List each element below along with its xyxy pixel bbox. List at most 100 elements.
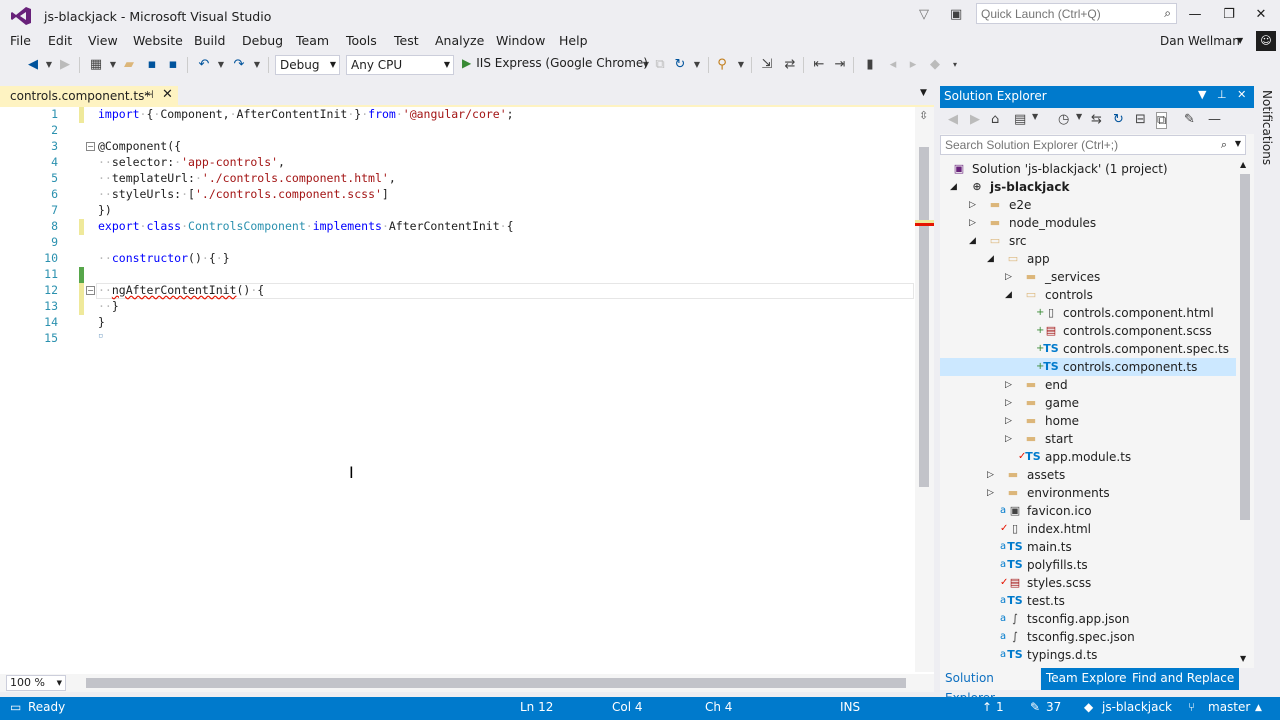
tree-item[interactable]: a ▣ favicon.ico <box>940 502 1236 520</box>
chevron-up-icon[interactable]: ▲ <box>1255 703 1262 713</box>
code-line-4[interactable]: ··selector:·'app-controls', <box>98 155 285 169</box>
collapsed-arrow-icon[interactable]: ▷ <box>987 466 994 484</box>
collapsed-arrow-icon[interactable]: ▷ <box>1005 412 1012 430</box>
tree-item[interactable]: ▷ ▬ game <box>940 394 1236 412</box>
tab-list-dropdown-icon[interactable]: ▼ <box>920 88 927 98</box>
minimize-icon[interactable]: — <box>1181 5 1209 25</box>
tree-item[interactable]: ▷ ▬ start <box>940 430 1236 448</box>
collapsed-arrow-icon[interactable]: ▷ <box>969 214 976 232</box>
search-icon[interactable]: ⌕ <box>1221 138 1227 152</box>
feedback-icon[interactable]: ▣ <box>950 7 962 22</box>
toolbar-options-icon[interactable]: ▾ <box>946 56 964 74</box>
menu-website[interactable]: Website <box>133 33 183 48</box>
tree-item[interactable]: ▷ ▬ assets <box>940 466 1236 484</box>
pencil-icon[interactable]: ✎ <box>1030 700 1040 714</box>
menu-window[interactable]: Window <box>496 33 545 48</box>
zoom-level-select[interactable]: 100 % ▼ <box>6 675 66 691</box>
close-icon[interactable]: ✕ <box>162 87 173 102</box>
notifications-strip[interactable]: Notifications <box>1256 86 1280 690</box>
menu-edit[interactable]: Edit <box>48 33 72 48</box>
code-line-3[interactable]: @Component({ <box>98 139 181 153</box>
code-line-6[interactable]: ··styleUrls:·['./controls.component.scss… <box>98 187 389 201</box>
notifications-label[interactable]: Notifications <box>1260 90 1274 165</box>
menu-file[interactable]: File <box>10 33 31 48</box>
code-line-14[interactable]: } <box>98 315 105 329</box>
collapsed-arrow-icon[interactable]: ▷ <box>987 484 994 502</box>
expanded-arrow-icon[interactable]: ◢ <box>969 232 976 250</box>
tree-item-selected[interactable]: + TS controls.component.ts <box>940 358 1236 376</box>
tab-solution-explorer[interactable]: Solution Explorer <box>940 668 1040 705</box>
code-line-8[interactable]: export·class·ControlsComponent·implement… <box>98 219 514 233</box>
bookmark-icon[interactable]: ▮ <box>861 56 879 74</box>
show-all-files-icon[interactable]: ⧉ <box>1156 112 1168 129</box>
menu-team[interactable]: Team <box>296 33 329 48</box>
tree-item[interactable]: ✓ TS app.module.ts <box>940 448 1236 466</box>
sync-with-document-icon[interactable]: ⇆ <box>1091 112 1102 127</box>
chevron-down-icon[interactable]: ▼ <box>1237 36 1243 45</box>
fold-toggle-icon[interactable]: − <box>86 286 95 295</box>
tree-item[interactable]: + ▯ controls.component.html <box>940 304 1236 322</box>
chevron-down-icon[interactable]: ▼ <box>212 56 230 74</box>
unpushed-commits-count[interactable]: 1 <box>996 700 1004 714</box>
menu-test[interactable]: Test <box>394 33 419 48</box>
tree-item[interactable]: ◢ ▭ app <box>940 250 1236 268</box>
quick-launch-box[interactable]: ⌕ <box>976 3 1177 24</box>
collapsed-arrow-icon[interactable]: ▷ <box>1005 394 1012 412</box>
code-line-5[interactable]: ··templateUrl:·'./controls.component.htm… <box>98 171 396 185</box>
code-line-10[interactable]: ··constructor()·{·} <box>98 251 230 265</box>
switch-views-icon[interactable]: ▤ <box>1014 112 1026 127</box>
chevron-down-icon[interactable]: ▼ <box>248 56 266 74</box>
navigate-to-icon[interactable]: ⇲ <box>758 56 776 74</box>
indent-icon[interactable]: ⇥ <box>831 56 849 74</box>
tree-item[interactable]: a TS main.ts <box>940 538 1236 556</box>
chevron-down-icon[interactable]: ▼ <box>1198 88 1206 101</box>
tree-item[interactable]: + TS controls.component.spec.ts <box>940 340 1236 358</box>
collapsed-arrow-icon[interactable]: ▷ <box>1005 268 1012 286</box>
pending-changes-count[interactable]: 37 <box>1046 700 1061 714</box>
solution-configuration-select[interactable]: Debug ▼ <box>275 55 340 75</box>
code-line-1[interactable]: import·{·Component,·AfterContentInit·}·f… <box>98 107 514 121</box>
close-icon[interactable]: ✕ <box>1237 88 1246 101</box>
tree-item[interactable]: a TS test.ts <box>940 592 1236 610</box>
chevron-down-icon[interactable]: ▼ <box>1076 112 1082 121</box>
notification-filter-icon[interactable]: ▽ <box>919 7 929 22</box>
tree-item[interactable]: a TS typings.d.ts <box>940 646 1236 664</box>
menu-view[interactable]: View <box>88 33 118 48</box>
menu-help[interactable]: Help <box>559 33 588 48</box>
menu-tools[interactable]: Tools <box>346 33 377 48</box>
refresh-icon[interactable]: ↻ <box>1113 112 1124 127</box>
collapsed-arrow-icon[interactable]: ▷ <box>1005 430 1012 448</box>
repository-name[interactable]: js-blackjack <box>1102 700 1172 714</box>
chevron-down-icon[interactable]: ▼ <box>1032 112 1038 121</box>
code-line-15[interactable]: ▫ <box>98 331 103 341</box>
collapsed-arrow-icon[interactable]: ▷ <box>969 196 976 214</box>
user-account-name[interactable]: Dan Wellman <box>1160 34 1240 48</box>
code-line-12[interactable]: ··ngAfterContentInit()·{ <box>98 283 264 297</box>
horizontal-scrollbar-thumb[interactable] <box>86 678 906 688</box>
user-avatar-icon[interactable]: ☺ <box>1256 31 1276 51</box>
code-line-7[interactable]: }) <box>98 203 112 217</box>
pin-icon[interactable]: ⊣ <box>144 88 154 101</box>
chevron-down-icon[interactable]: ▼ <box>1235 139 1241 148</box>
branch-icon[interactable]: ⑂ <box>1188 700 1195 714</box>
tree-item[interactable]: ◢ ▭ controls <box>940 286 1236 304</box>
solution-explorer-search-input[interactable] <box>941 136 1211 154</box>
undo-icon[interactable]: ↶ <box>195 56 213 74</box>
fold-toggle-icon[interactable]: − <box>86 142 95 151</box>
home-icon[interactable]: ⌂ <box>991 112 999 127</box>
tab-find-and-replace[interactable]: Find and Replace <box>1127 668 1240 690</box>
tab-team-explorer[interactable]: Team Explorer <box>1041 668 1137 690</box>
tree-item[interactable]: ▷ ▬ end <box>940 376 1236 394</box>
maximize-icon[interactable]: ❐ <box>1215 5 1243 25</box>
expanded-arrow-icon[interactable]: ◢ <box>950 178 957 196</box>
tree-item[interactable]: ◢ ▭ src <box>940 232 1236 250</box>
pending-changes-filter-icon[interactable]: ◷ <box>1058 112 1069 127</box>
find-in-files-icon[interactable]: ⚲ <box>713 56 731 74</box>
sync-navigation-icon[interactable]: ⇄ <box>781 56 799 74</box>
search-icon[interactable]: ⌕ <box>1164 6 1171 21</box>
tree-item[interactable]: ✓ ▯ index.html <box>940 520 1236 538</box>
tree-item[interactable]: ▷ ▬ node_modules <box>940 214 1236 232</box>
quick-launch-input[interactable] <box>977 4 1157 23</box>
tree-item[interactable]: ◢ ⊕ js-blackjack <box>940 178 1236 196</box>
scrollbar-thumb[interactable] <box>919 147 929 487</box>
